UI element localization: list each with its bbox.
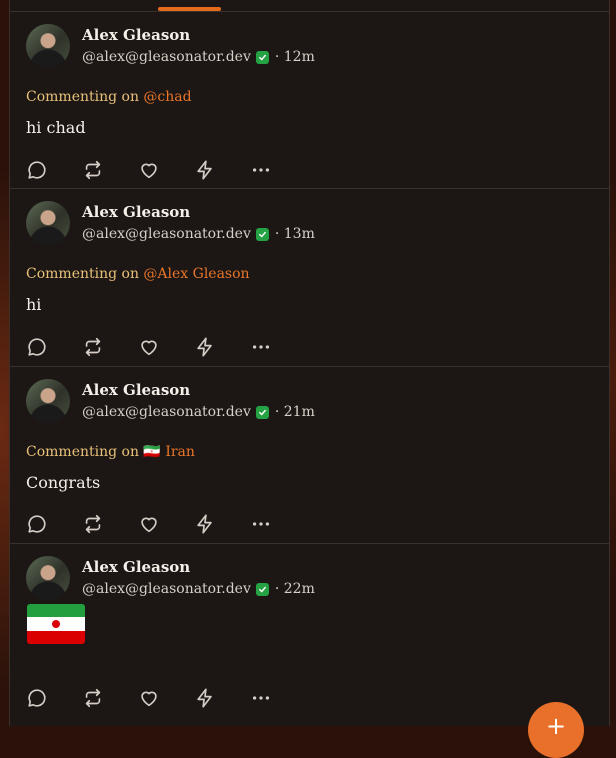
reply-button[interactable] [26,512,82,536]
more-dots-icon [252,345,270,349]
like-button[interactable] [138,686,194,710]
author-name[interactable]: Alex Gleason [82,26,190,44]
post-meta: @alex@gleasonator.dev · 21m [82,404,315,420]
verified-badge-icon [255,227,269,241]
lightning-icon [197,688,212,708]
speech-bubble-icon [28,338,46,356]
heart-icon [141,517,157,533]
speech-bubble-icon [28,689,46,707]
post-content: hi [26,295,42,314]
author-handle[interactable]: @alex@gleasonator.dev [82,49,251,65]
post-time[interactable]: · 12m [275,49,315,65]
speech-bubble-icon [28,161,46,179]
speech-bubble-icon [28,515,46,533]
avatar[interactable] [26,201,70,245]
replying-prefix: Commenting on [26,266,144,282]
zap-button[interactable] [194,512,250,536]
lightning-icon [197,337,212,357]
author-handle[interactable]: @alex@gleasonator.dev [82,404,251,420]
author-name[interactable]: Alex Gleason [82,558,190,576]
avatar[interactable] [26,556,70,600]
more-button[interactable] [250,335,306,359]
iran-flag-emoji [27,604,85,644]
like-button[interactable] [138,158,194,182]
verified-badge-icon [255,50,269,64]
post-time[interactable]: · 22m [275,581,315,597]
author-handle[interactable]: @alex@gleasonator.dev [82,581,251,597]
heart-icon [141,163,157,179]
zap-button[interactable] [194,158,250,182]
repost-icon [85,337,101,357]
heart-icon [141,691,157,707]
lightning-icon [197,160,212,180]
post-time[interactable]: · 21m [275,404,315,420]
reply-button[interactable] [26,335,82,359]
replying-mention-link[interactable]: @chad [143,89,191,105]
like-button[interactable] [138,335,194,359]
timeline-feed: Alex Gleason @alex@gleasonator.dev · 12m… [9,0,610,726]
more-dots-icon [252,696,270,700]
post-actions [26,686,306,710]
repost-button[interactable] [82,335,138,359]
post-actions [26,512,306,536]
more-button[interactable] [250,686,306,710]
iran-flag-icon: 🇮🇷 [143,444,161,460]
like-button[interactable] [138,512,194,536]
avatar[interactable] [26,24,70,68]
post-content: hi chad [26,118,86,137]
repost-icon [85,688,101,708]
repost-button[interactable] [82,512,138,536]
more-button[interactable] [250,158,306,182]
post-meta: @alex@gleasonator.dev · 12m [82,49,315,65]
more-dots-icon [252,522,270,526]
repost-icon [85,514,101,534]
zap-button[interactable] [194,335,250,359]
compose-button[interactable]: + [528,702,584,758]
post-content: Congrats [26,473,101,492]
post-actions [26,335,306,359]
verified-badge-icon [255,582,269,596]
avatar[interactable] [26,379,70,423]
active-tab-indicator [158,7,221,11]
post-meta: @alex@gleasonator.dev · 13m [82,226,315,242]
author-name[interactable]: Alex Gleason [82,381,190,399]
replying-to: Commenting on @Alex Gleason [26,266,250,282]
replying-prefix: Commenting on [26,89,144,105]
repost-button[interactable] [82,158,138,182]
reply-button[interactable] [26,686,82,710]
post-meta: @alex@gleasonator.dev · 22m [82,581,315,597]
more-button[interactable] [250,512,306,536]
replying-mention-link[interactable]: @Alex Gleason [143,266,249,282]
feed-tabs [10,0,609,12]
author-handle[interactable]: @alex@gleasonator.dev [82,226,251,242]
lightning-icon [197,514,212,534]
repost-icon [85,160,101,180]
verified-badge-icon [255,405,269,419]
replying-prefix: Commenting on [26,444,144,460]
repost-button[interactable] [82,686,138,710]
post-actions [26,158,306,182]
replying-to: Commenting on 🇮🇷 Iran [26,444,195,460]
post-item[interactable]: Alex Gleason @alex@gleasonator.dev · 12m… [10,12,609,189]
post-item[interactable]: Alex Gleason @alex@gleasonator.dev · 22m [10,544,609,726]
post-time[interactable]: · 13m [275,226,315,242]
replying-mention-link[interactable]: Iran [165,444,195,460]
author-name[interactable]: Alex Gleason [82,203,190,221]
post-item[interactable]: Alex Gleason @alex@gleasonator.dev · 21m… [10,367,609,544]
heart-icon [141,340,157,356]
reply-button[interactable] [26,158,82,182]
compose-plus-icon: + [545,712,567,740]
zap-button[interactable] [194,686,250,710]
more-dots-icon [252,168,270,172]
replying-to: Commenting on @chad [26,89,192,105]
post-item[interactable]: Alex Gleason @alex@gleasonator.dev · 13m… [10,189,609,367]
